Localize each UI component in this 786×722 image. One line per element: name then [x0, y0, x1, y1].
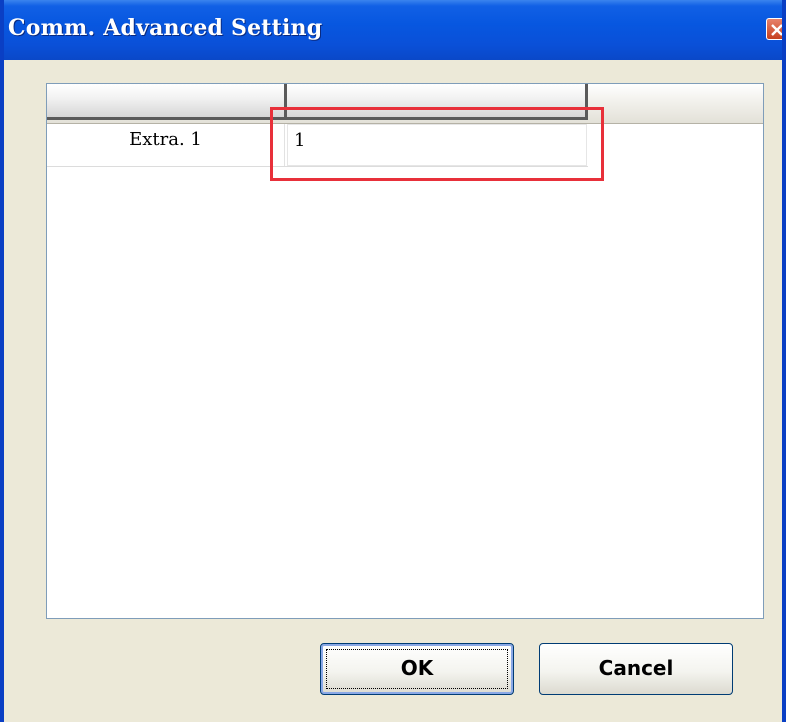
close-button[interactable] — [766, 18, 786, 40]
row-label-cell: Extra. 1 — [47, 124, 285, 166]
cancel-button[interactable]: Cancel — [539, 643, 733, 695]
settings-grid[interactable]: Extra. 1 1 — [46, 83, 764, 619]
window-title: Comm. Advanced Setting — [8, 15, 323, 41]
grid-header — [47, 84, 763, 124]
table-row[interactable]: Extra. 1 1 — [47, 124, 588, 167]
close-icon — [771, 24, 783, 36]
column-header-2[interactable] — [287, 84, 588, 120]
row-value-cell[interactable]: 1 — [287, 124, 587, 166]
ok-button[interactable]: OK — [320, 643, 514, 695]
dialog-window: Comm. Advanced Setting Extra. 1 1 OK Can… — [0, 0, 786, 722]
cancel-button-label: Cancel — [598, 656, 674, 680]
column-header-1[interactable] — [47, 84, 287, 120]
title-bar[interactable]: Comm. Advanced Setting — [0, 0, 786, 60]
ok-button-label: OK — [400, 656, 434, 680]
